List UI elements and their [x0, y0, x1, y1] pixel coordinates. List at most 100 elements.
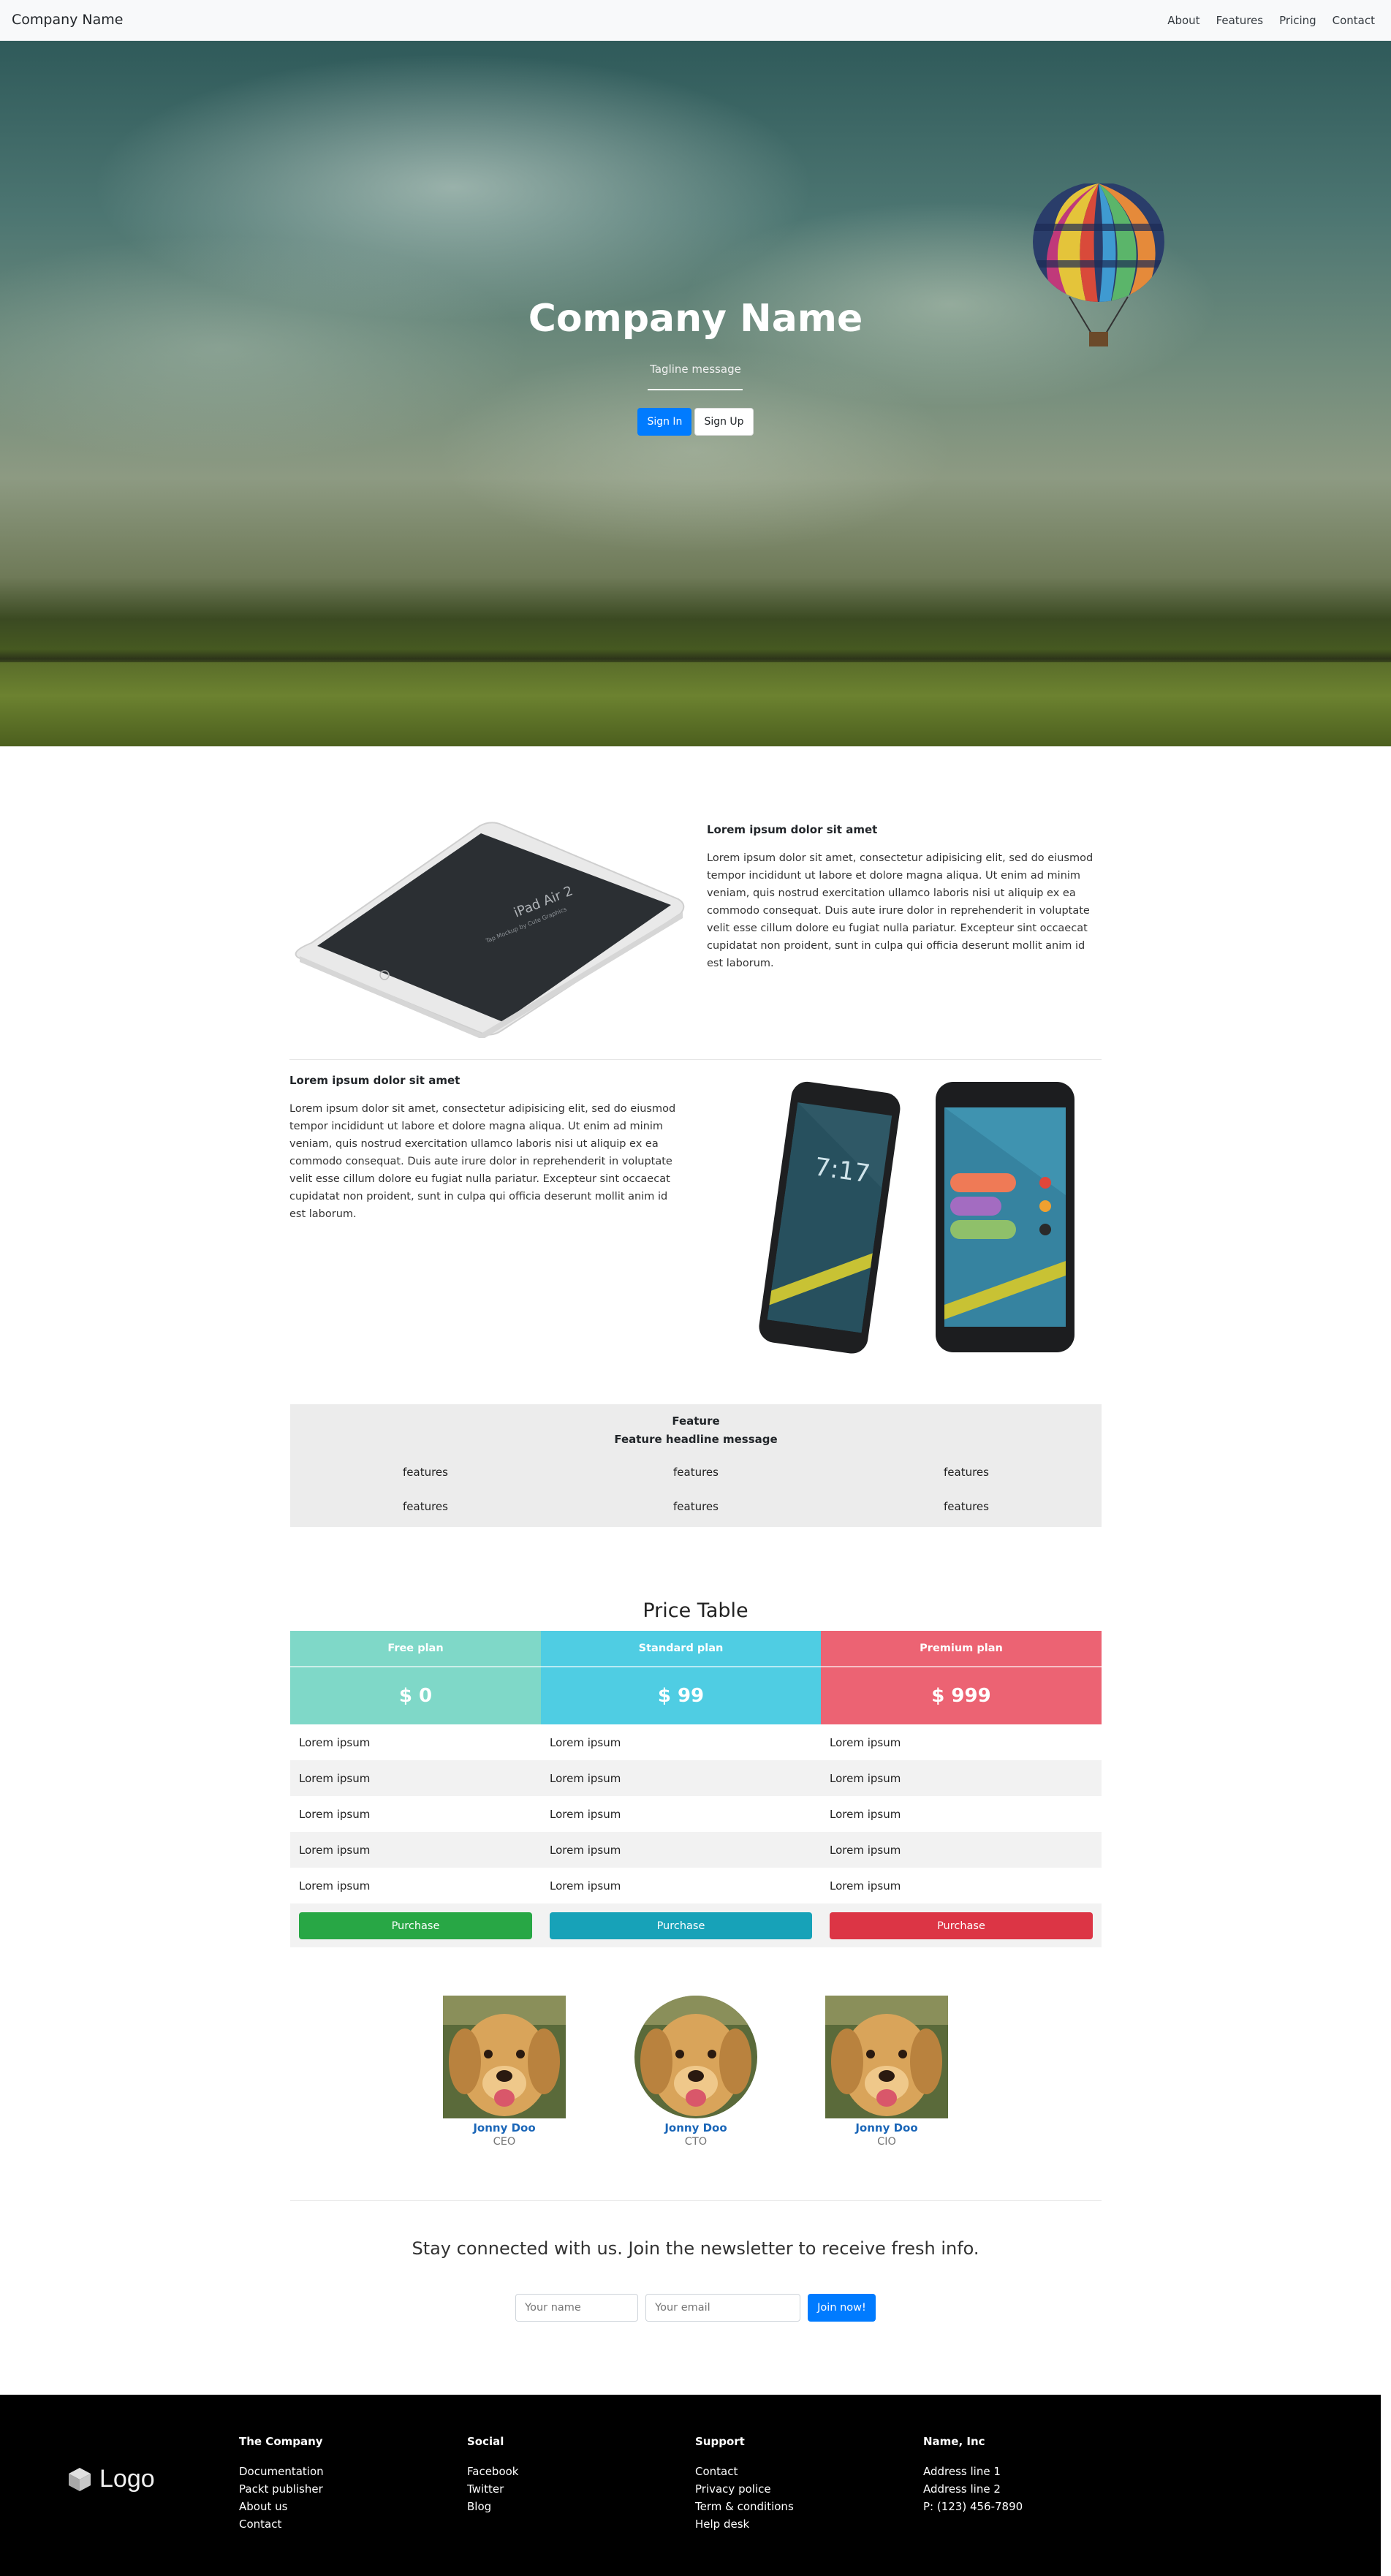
newsletter-email-input[interactable]	[645, 2294, 801, 2322]
plan-header-premium: Premium plan $ 999	[821, 1631, 1102, 1724]
price-table-cell: Lorem ipsum	[299, 1843, 371, 1857]
nav-link-about[interactable]: About	[1167, 14, 1199, 27]
footer-link-support-contact[interactable]: Contact	[695, 2463, 914, 2480]
plan-header-standard: Standard plan $ 99	[541, 1631, 821, 1724]
footer-link-documentation[interactable]: Documentation	[239, 2463, 458, 2480]
avatar	[443, 1996, 566, 2118]
footer-link-blog[interactable]: Blog	[467, 2498, 686, 2515]
team-member-name[interactable]: Jonny Doo	[634, 2121, 758, 2134]
price-table-cell: Lorem ipsum	[550, 1843, 621, 1857]
purchase-button-free[interactable]: Purchase	[299, 1912, 532, 1939]
team-member-name[interactable]: Jonny Doo	[442, 2121, 566, 2134]
price-table-row: Lorem ipsum Lorem ipsum Lorem ipsum	[290, 1868, 1102, 1903]
team-member-role: CEO	[493, 2136, 516, 2148]
nav-link-pricing[interactable]: Pricing	[1279, 14, 1316, 27]
feature-grid-cell: features	[673, 1466, 719, 1479]
nexus-phones-image: 7:17	[759, 1081, 1074, 1354]
hero-buttons: Sign In Sign Up	[0, 408, 1391, 436]
newsletter-text: Stay connected with us. Join the newslet…	[412, 2238, 979, 2259]
price-table-cell: Lorem ipsum	[550, 1879, 621, 1893]
ipad-mockup-image: iPad Air 2 Tap Mockup by Cute Graphics	[295, 822, 685, 1038]
price-table-cell: Lorem ipsum	[830, 1735, 901, 1749]
navbar: Company Name About Features Pricing Cont…	[0, 0, 1391, 41]
footer-link-packt-publisher[interactable]: Packt publisher	[239, 2480, 458, 2498]
plan-name: Free plan	[387, 1643, 444, 1654]
feature-title: Lorem ipsum dolor sit amet	[289, 1074, 460, 1087]
sign-up-button[interactable]: Sign Up	[694, 408, 754, 436]
plan-name: Standard plan	[638, 1643, 724, 1654]
plan-name: Premium plan	[920, 1643, 1003, 1654]
footer-link-about-us[interactable]: About us	[239, 2498, 458, 2515]
feature-grid-cell: features	[403, 1500, 448, 1513]
footer-address-line: Address line 1	[923, 2465, 1001, 2478]
feature-grid-cell: features	[403, 1466, 448, 1479]
price-table-cell: Lorem ipsum	[830, 1843, 901, 1857]
footer-column-title: Social	[467, 2435, 504, 2448]
nav-links: About Features Pricing Contact	[1167, 14, 1375, 27]
footer: Logo The Company Documentation Packt pub…	[0, 2395, 1381, 2576]
cube-icon	[69, 2467, 91, 2491]
footer-column-company: The Company Documentation Packt publishe…	[239, 2435, 458, 2533]
footer-logo[interactable]: Logo	[67, 2465, 155, 2493]
price-table-cell: Lorem ipsum	[299, 1771, 371, 1785]
price-table-purchase-row: Purchase Purchase Purchase	[290, 1903, 1102, 1947]
purchase-button-premium[interactable]: Purchase	[830, 1912, 1093, 1939]
footer-column-title: Name, Inc	[923, 2435, 985, 2448]
team-member-name[interactable]: Jonny Doo	[825, 2121, 949, 2134]
hero-title: Company Name	[528, 297, 863, 341]
team-member-ceo: Jonny Doo CEO	[442, 1996, 566, 2148]
plan-header-free: Free plan $ 0	[290, 1631, 541, 1724]
footer-link-contact[interactable]: Contact	[239, 2515, 458, 2533]
price-table-cell: Lorem ipsum	[550, 1735, 621, 1749]
feature-grid-cell: features	[673, 1500, 719, 1513]
footer-link-help-desk[interactable]: Help desk	[695, 2515, 914, 2533]
price-table-cell: Lorem ipsum	[830, 1807, 901, 1821]
footer-column-title: Support	[695, 2435, 745, 2448]
hero-divider	[648, 389, 743, 390]
feature-grid-title: Feature	[672, 1414, 720, 1428]
team-member-role: CTO	[684, 2136, 708, 2148]
feature-grid-cell: features	[944, 1466, 989, 1479]
footer-column-support: Support Contact Privacy police Term & co…	[695, 2435, 914, 2533]
footer-column-title: The Company	[239, 2435, 323, 2448]
avatar	[634, 1996, 757, 2118]
newsletter-divider	[290, 2200, 1102, 2201]
price-table-row: Lorem ipsum Lorem ipsum Lorem ipsum	[290, 1832, 1102, 1868]
navbar-brand[interactable]: Company Name	[12, 12, 123, 28]
footer-link-twitter[interactable]: Twitter	[467, 2480, 686, 2498]
newsletter-name-input[interactable]	[515, 2294, 639, 2322]
footer-link-facebook[interactable]: Facebook	[467, 2463, 686, 2480]
price-table-cell: Lorem ipsum	[550, 1807, 621, 1821]
price-table-cell: Lorem ipsum	[830, 1771, 901, 1785]
price-table-cell: Lorem ipsum	[299, 1879, 371, 1893]
price-table-row: Lorem ipsum Lorem ipsum Lorem ipsum	[290, 1760, 1102, 1796]
plan-price: $ 99	[657, 1685, 705, 1707]
team-member-cto: Jonny Doo CTO	[634, 1996, 758, 2148]
price-table-cell: Lorem ipsum	[550, 1771, 621, 1785]
price-table-title: Price Table	[643, 1599, 748, 1622]
feature-text-block-1: Lorem ipsum dolor sit amet Lorem ipsum d…	[707, 823, 1102, 972]
team-member-cio: Jonny Doo CIO	[825, 1996, 949, 2148]
feature-grid: Feature Feature headline message feature…	[290, 1404, 1102, 1527]
plan-price: $ 999	[931, 1685, 991, 1707]
footer-link-terms[interactable]: Term & conditions	[695, 2498, 914, 2515]
price-table-cell: Lorem ipsum	[299, 1807, 371, 1821]
nav-link-contact[interactable]: Contact	[1333, 14, 1375, 27]
footer-phone: P: (123) 456-7890	[923, 2500, 1023, 2513]
plan-price: $ 0	[398, 1685, 433, 1707]
footer-logo-text: Logo	[99, 2465, 155, 2493]
hero-field	[0, 662, 1391, 746]
newsletter-form: Join now!	[0, 2294, 1391, 2322]
purchase-button-standard[interactable]: Purchase	[550, 1912, 812, 1939]
footer-address-line: Address line 2	[923, 2482, 1001, 2496]
footer-link-privacy[interactable]: Privacy police	[695, 2480, 914, 2498]
hero-tagline: Tagline message	[650, 363, 741, 376]
nav-link-features[interactable]: Features	[1216, 14, 1264, 27]
price-table-cell: Lorem ipsum	[299, 1735, 371, 1749]
feature-grid-cell: features	[944, 1500, 989, 1513]
join-now-button[interactable]: Join now!	[808, 2294, 876, 2322]
feature-body: Lorem ipsum dolor sit amet, consectetur …	[289, 1103, 676, 1220]
feature-title: Lorem ipsum dolor sit amet	[707, 823, 878, 836]
sign-in-button[interactable]: Sign In	[637, 408, 692, 436]
avatar	[825, 1996, 948, 2118]
